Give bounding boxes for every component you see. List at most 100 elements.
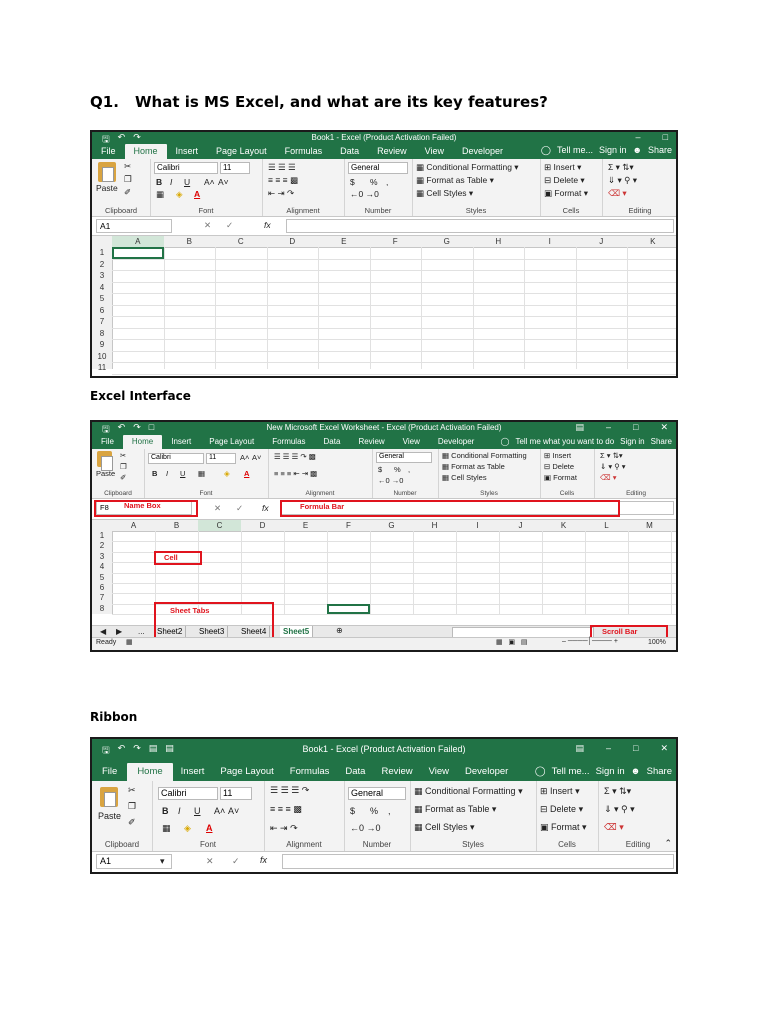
row-header-8[interactable]: 8 — [92, 604, 112, 614]
ribbon-options-icon[interactable]: ▤ — [575, 743, 584, 754]
column-header-a[interactable]: A — [112, 236, 164, 247]
column-header-m[interactable]: M — [628, 520, 671, 531]
tab-home[interactable]: Home — [122, 435, 163, 449]
fill-icon[interactable]: ⇓ ▾ ⚲ ▾ — [600, 462, 626, 471]
column-header-h[interactable]: H — [413, 520, 456, 531]
new-sheet-icon[interactable]: ⊕ — [336, 626, 343, 635]
cut-icon[interactable]: ✂ — [120, 451, 126, 460]
currency-button[interactable]: $ — [378, 465, 382, 474]
formula-cancel-icon[interactable]: ✕ — [214, 503, 221, 514]
row-header-4[interactable]: 4 — [92, 282, 112, 294]
name-box-dropdown-icon[interactable]: ▾ — [160, 856, 165, 867]
name-box[interactable]: A1 — [96, 219, 172, 233]
row-header-2[interactable]: 2 — [92, 541, 112, 551]
comma-button[interactable]: , — [386, 177, 388, 187]
formula-input[interactable] — [286, 219, 674, 233]
column-header-f[interactable]: F — [327, 520, 370, 531]
column-header-k[interactable]: K — [542, 520, 585, 531]
clear-icon[interactable]: ⌫ ▾ — [608, 188, 627, 199]
percent-button[interactable]: % — [394, 465, 401, 474]
column-header-c[interactable]: C — [215, 236, 267, 247]
column-header-g[interactable]: G — [421, 236, 473, 247]
column-header-d[interactable]: D — [241, 520, 284, 531]
format-as-table-button[interactable]: ▦ Format as Table — [442, 462, 505, 471]
autosum-icon[interactable]: Σ ▾ ⇅▾ — [608, 162, 634, 173]
conditional-formatting-button[interactable]: ▦ Conditional Formatting ▾ — [414, 786, 523, 797]
formula-enter-icon[interactable]: ✓ — [236, 503, 243, 514]
number-format-dropdown[interactable]: General — [348, 787, 406, 800]
more-sheets[interactable]: ... — [138, 627, 145, 636]
delete-cells-button[interactable]: ⊟ Delete — [544, 462, 574, 471]
comma-button[interactable]: , — [388, 806, 391, 816]
tell-me-box[interactable]: Tell me... — [557, 145, 593, 156]
format-cells-button[interactable]: ▣ Format ▾ — [540, 822, 587, 833]
tab-view[interactable]: View — [394, 435, 429, 449]
fill-icon[interactable]: ⇓ ▾ ⚲ ▾ — [608, 175, 637, 186]
paste-icon[interactable] — [98, 162, 116, 182]
column-header-l[interactable]: L — [585, 520, 628, 531]
percent-button[interactable]: % — [370, 806, 378, 816]
bold-button[interactable]: B — [152, 469, 157, 478]
zoom-slider[interactable]: – ────│──── + — [562, 638, 618, 645]
row-header-4[interactable]: 4 — [92, 562, 112, 572]
row-header-1[interactable]: 1 — [92, 247, 112, 259]
row-header-9[interactable]: 9 — [92, 339, 112, 351]
row-header-6[interactable]: 6 — [92, 583, 112, 593]
font-color-icon[interactable]: A — [206, 823, 213, 833]
row-header-5[interactable]: 5 — [92, 293, 112, 305]
number-format-dropdown[interactable]: General — [376, 452, 432, 463]
tab-file[interactable]: File — [92, 763, 127, 781]
format-as-table-button[interactable]: ▦ Format as Table ▾ — [414, 804, 496, 815]
tab-developer[interactable]: Developer — [429, 435, 483, 449]
tab-view[interactable]: View — [421, 763, 457, 781]
copy-icon[interactable]: ❐ — [120, 462, 127, 471]
font-name-dropdown[interactable]: Calibri — [148, 453, 204, 464]
formula-enter-icon[interactable]: ✓ — [226, 220, 233, 231]
delete-cells-button[interactable]: ⊟ Delete ▾ — [544, 175, 585, 186]
formula-input[interactable] — [282, 854, 674, 869]
shrink-font-button[interactable]: A˅ — [228, 806, 239, 816]
row-header-10[interactable]: 10 — [92, 351, 112, 363]
column-header-i[interactable]: I — [524, 236, 576, 247]
italic-button[interactable]: I — [166, 469, 168, 478]
tell-me-box[interactable]: Tell me... — [552, 766, 590, 777]
view-buttons[interactable]: ▦ ▣ ▤ — [496, 638, 528, 646]
maximize-icon[interactable]: □ — [633, 743, 638, 754]
tab-page-layout[interactable]: Page Layout — [200, 435, 263, 449]
fx-icon[interactable]: fx — [264, 220, 271, 230]
insert-cells-button[interactable]: ⊞ Insert — [544, 451, 571, 460]
comma-button[interactable]: , — [408, 465, 410, 474]
zoom-level[interactable]: 100% — [648, 639, 666, 646]
conditional-formatting-button[interactable]: ▦ Conditional Formatting — [442, 451, 527, 460]
cell-styles-button[interactable]: ▦ Cell Styles ▾ — [414, 822, 475, 833]
bold-button[interactable]: B — [162, 806, 169, 816]
percent-button[interactable]: % — [370, 177, 378, 187]
format-cells-button[interactable]: ▣ Format ▾ — [544, 188, 588, 199]
minimize-icon[interactable]: – — [606, 422, 611, 433]
share-button[interactable]: Share — [648, 145, 672, 156]
paste-icon[interactable] — [100, 787, 118, 807]
format-cells-button[interactable]: ▣ Format — [544, 473, 577, 482]
fx-icon[interactable]: fx — [262, 503, 269, 513]
collapse-ribbon-icon[interactable]: ⌃ — [664, 838, 672, 849]
tab-view[interactable]: View — [416, 144, 453, 159]
format-painter-icon[interactable]: ✐ — [124, 187, 131, 198]
row-header-2[interactable]: 2 — [92, 259, 112, 271]
paste-button[interactable]: Paste — [98, 811, 121, 821]
column-header-i[interactable]: I — [456, 520, 499, 531]
borders-icon[interactable]: ▦ — [156, 189, 164, 200]
formula-enter-icon[interactable]: ✓ — [232, 856, 240, 867]
underline-button[interactable]: U — [180, 469, 185, 478]
worksheet-grid[interactable]: A B C D E F G H I J K 1 2 3 4 5 6 7 8 9 10 11 — [92, 236, 676, 375]
column-header-a[interactable]: A — [112, 520, 155, 531]
align-middle-icons[interactable]: ≡ ≡ ≡ ▩ — [268, 175, 298, 186]
insert-cells-button[interactable]: ⊞ Insert ▾ — [540, 786, 580, 797]
align-middle-icons[interactable]: ≡ ≡ ≡ ▩ — [270, 804, 302, 815]
tab-review[interactable]: Review — [373, 763, 420, 781]
minimize-icon[interactable]: – — [606, 743, 611, 754]
share-button[interactable]: Share — [647, 766, 672, 777]
underline-button[interactable]: U — [194, 806, 201, 816]
row-header-7[interactable]: 7 — [92, 593, 112, 603]
selected-cell[interactable] — [112, 247, 164, 259]
format-as-table-button[interactable]: ▦ Format as Table ▾ — [416, 175, 494, 186]
